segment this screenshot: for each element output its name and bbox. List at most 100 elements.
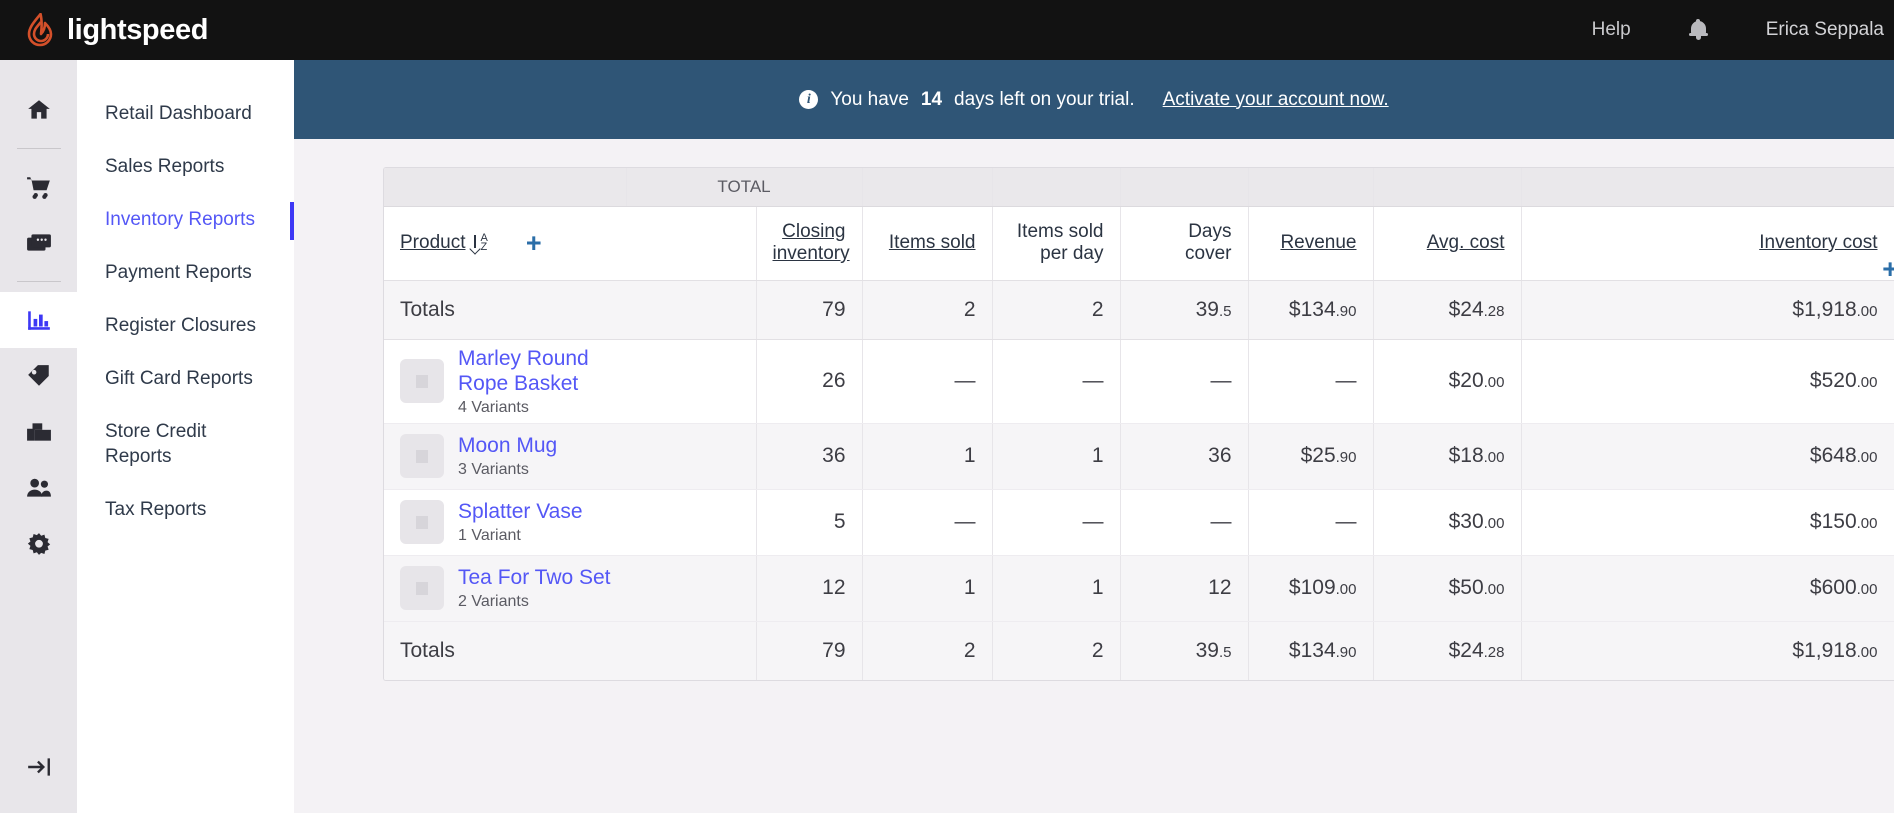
- column-header-items-sold-per-day-label: Items sold per day: [1017, 221, 1104, 264]
- top-bar-actions: Help Erica Seppala: [1592, 19, 1894, 41]
- row-inventory-cost: $648.00: [1521, 423, 1894, 489]
- group-header-spacer-3: [1120, 168, 1248, 206]
- user-menu[interactable]: Erica Seppala: [1766, 19, 1884, 41]
- row-avg-cost: $18.00: [1373, 423, 1521, 489]
- rail-item-reporting[interactable]: [0, 292, 77, 348]
- subnav-item-tax-reports[interactable]: Tax Reports: [77, 486, 294, 533]
- row-product-cell: Moon Mug 3 Variants: [384, 423, 756, 489]
- subnav-item-gift-card-reports[interactable]: Gift Card Reports: [77, 355, 294, 402]
- bell-icon[interactable]: [1689, 19, 1708, 41]
- lightspeed-flame-icon: [26, 13, 56, 47]
- inventory-box-icon: [26, 419, 52, 445]
- totals-inventory-cost-bottom: $1,918.00: [1521, 621, 1894, 680]
- home-icon: [26, 97, 52, 123]
- product-thumbnail: [400, 434, 444, 478]
- group-header-total: TOTAL: [626, 168, 862, 206]
- product-variants: 3 Variants: [458, 461, 557, 479]
- totals-closing-inventory-top: 79: [756, 280, 862, 339]
- column-header-items-sold-label[interactable]: Items sold: [889, 232, 976, 253]
- rail-item-expand[interactable]: [0, 739, 77, 795]
- add-column-button-right[interactable]: +: [1882, 254, 1894, 285]
- totals-label-bottom: Totals: [384, 621, 756, 680]
- top-bar: lightspeed Help Erica Seppala: [0, 0, 1894, 60]
- cart-icon: [26, 174, 52, 200]
- product-link[interactable]: Marley Round Rope Basket: [458, 346, 638, 396]
- register-icon: [26, 230, 52, 256]
- column-header-inventory-cost: Inventory cost: [1521, 206, 1894, 280]
- product-thumbnail: [400, 359, 444, 403]
- rail-item-register[interactable]: [0, 215, 77, 271]
- table-row[interactable]: Moon Mug 3 Variants 36 1 1 36 $25.90 $18…: [384, 423, 1894, 489]
- column-header-closing-inventory: Closing inventory: [756, 206, 862, 280]
- row-items-sold: 1: [862, 555, 992, 621]
- totals-items-sold-bottom: 2: [862, 621, 992, 680]
- add-column-button[interactable]: +: [526, 230, 542, 257]
- row-days-cover: —: [1120, 489, 1248, 555]
- row-closing-inventory: 26: [756, 339, 862, 423]
- row-closing-inventory: 5: [756, 489, 862, 555]
- row-inventory-cost: $600.00: [1521, 555, 1894, 621]
- subnav-item-payment-reports[interactable]: Payment Reports: [77, 249, 294, 296]
- reports-subnav: Retail Dashboard Sales Reports Inventory…: [77, 60, 294, 813]
- column-header-closing-inventory-label[interactable]: Closing inventory: [773, 221, 850, 264]
- totals-revenue-top: $134.90: [1248, 280, 1373, 339]
- column-header-revenue: Revenue: [1248, 206, 1373, 280]
- product-variants: 4 Variants: [458, 399, 638, 417]
- table-row[interactable]: Splatter Vase 1 Variant 5 — — — — $30.00…: [384, 489, 1894, 555]
- totals-days-cover-top: 39.5: [1120, 280, 1248, 339]
- column-header-items-sold: Items sold: [862, 206, 992, 280]
- info-icon: i: [799, 90, 818, 109]
- row-product-cell: Tea For Two Set 2 Variants: [384, 555, 756, 621]
- row-days-cover: 36: [1120, 423, 1248, 489]
- rail-item-catalog[interactable]: [0, 348, 77, 404]
- product-variants: 2 Variants: [458, 593, 611, 611]
- rail-item-home[interactable]: [0, 82, 77, 138]
- totals-avg-cost-bottom: $24.28: [1373, 621, 1521, 680]
- product-link[interactable]: Moon Mug: [458, 433, 557, 458]
- subnav-item-sales-reports[interactable]: Sales Reports: [77, 143, 294, 190]
- row-avg-cost: $50.00: [1373, 555, 1521, 621]
- product-thumbnail: [400, 500, 444, 544]
- table-row[interactable]: Marley Round Rope Basket 4 Variants 26 —…: [384, 339, 1894, 423]
- rail-item-settings[interactable]: [0, 516, 77, 572]
- rail-item-customers[interactable]: [0, 460, 77, 516]
- column-header-avg-cost-label[interactable]: Avg. cost: [1427, 232, 1505, 253]
- trial-text-after: days left on your trial.: [954, 89, 1135, 111]
- row-revenue: —: [1248, 339, 1373, 423]
- group-header-spacer-2: [992, 168, 1120, 206]
- product-link[interactable]: Splatter Vase: [458, 499, 583, 524]
- row-items-sold-per-day: —: [992, 339, 1120, 423]
- subnav-item-store-credit-reports[interactable]: Store Credit Reports: [77, 408, 227, 480]
- column-header-items-sold-per-day: Items sold per day: [992, 206, 1120, 280]
- row-product-cell: Splatter Vase 1 Variant: [384, 489, 756, 555]
- inventory-report-table: + TOTAL: [383, 167, 1894, 681]
- rail-item-sell[interactable]: [0, 159, 77, 215]
- people-icon: [26, 475, 52, 501]
- sort-az-icon[interactable]: AZ: [470, 234, 487, 252]
- activate-account-link[interactable]: Activate your account now.: [1163, 89, 1389, 111]
- subnav-item-register-closures[interactable]: Register Closures: [77, 302, 294, 349]
- report-content: + TOTAL: [294, 139, 1894, 813]
- row-items-sold-per-day: 1: [992, 555, 1120, 621]
- icon-rail: [0, 60, 77, 813]
- row-items-sold: 1: [862, 423, 992, 489]
- product-link[interactable]: Tea For Two Set: [458, 565, 611, 590]
- column-header-inventory-cost-label[interactable]: Inventory cost: [1759, 232, 1877, 253]
- totals-avg-cost-top: $24.28: [1373, 280, 1521, 339]
- row-product-cell: Marley Round Rope Basket 4 Variants: [384, 339, 756, 423]
- rail-divider-2: [17, 281, 61, 282]
- help-link[interactable]: Help: [1592, 19, 1631, 41]
- group-header-blank: [384, 168, 626, 206]
- brand-logo[interactable]: lightspeed: [26, 13, 208, 47]
- row-closing-inventory: 12: [756, 555, 862, 621]
- trial-banner-message: i You have 14 days left on your trial.: [799, 89, 1134, 111]
- table-row[interactable]: Tea For Two Set 2 Variants 12 1 1 12 $10…: [384, 555, 1894, 621]
- column-header-product-label[interactable]: Product: [400, 232, 465, 254]
- subnav-item-retail-dashboard[interactable]: Retail Dashboard: [77, 90, 294, 137]
- row-days-cover: 12: [1120, 555, 1248, 621]
- rail-item-inventory[interactable]: [0, 404, 77, 460]
- group-header-spacer-5: [1373, 168, 1521, 206]
- subnav-item-inventory-reports[interactable]: Inventory Reports: [77, 196, 294, 243]
- totals-days-cover-bottom: 39.5: [1120, 621, 1248, 680]
- column-header-revenue-label[interactable]: Revenue: [1280, 232, 1356, 253]
